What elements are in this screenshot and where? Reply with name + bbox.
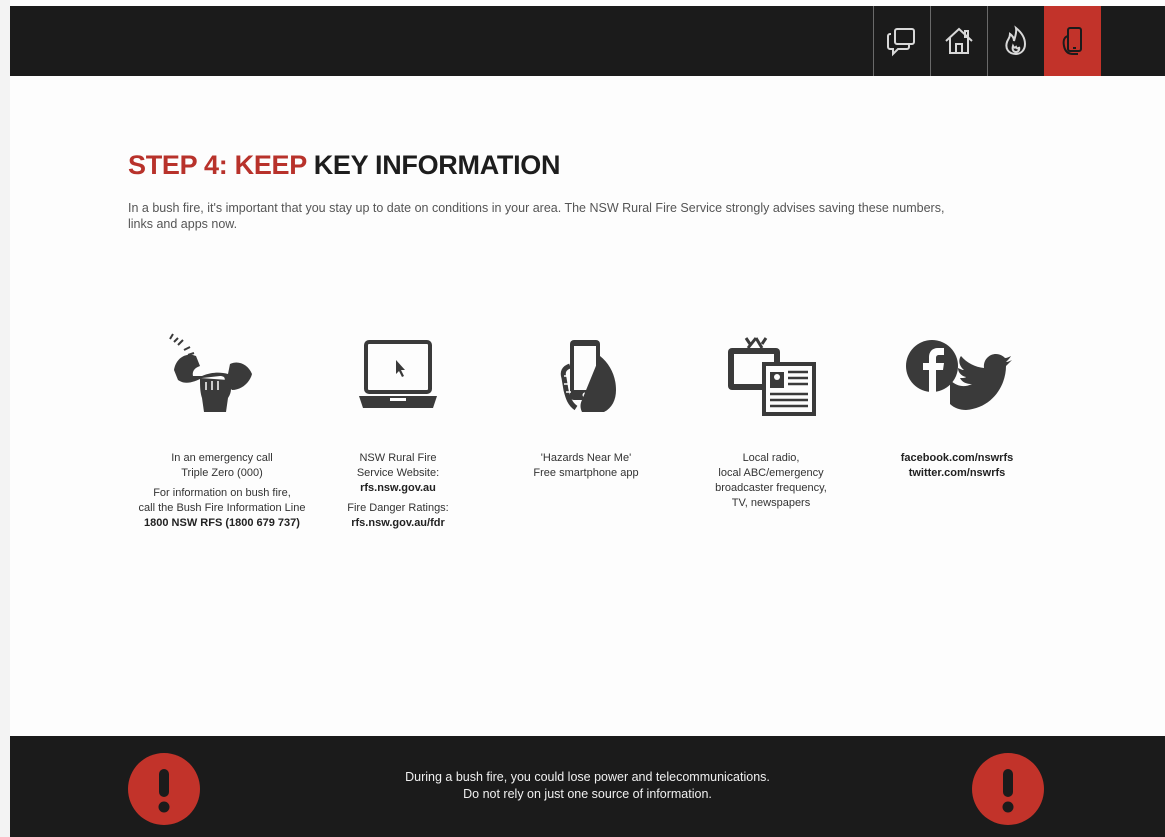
fire-icon [1005,25,1027,56]
fire-danger-ratings-link[interactable]: rfs.nsw.gov.au/fdr [293,516,503,531]
social-info: facebook.com/nswrfs twitter.com/nswrfs [852,451,1062,481]
laptop-icon [359,340,437,408]
facebook-twitter-icon [906,340,1012,410]
nav-buttons [873,6,1101,76]
media-line-1: Local radio, [742,452,800,464]
app-info: 'Hazards Near Me' Free smartphone app [481,451,691,481]
facebook-link[interactable]: facebook.com/nswrfs [852,451,1062,466]
tv-and-newspaper-icon [728,337,816,416]
website-line-2: Service Website: [356,467,440,479]
media-info: Local radio, local ABC/emergency broadca… [666,451,876,511]
media-line-4: TV, newspapers [731,497,811,509]
page-title: STEP 4: KEEP KEY INFORMATION [128,150,561,181]
media-line-2: local ABC/emergency [718,467,824,479]
nav-phone-button[interactable] [1044,6,1101,76]
twitter-link[interactable]: twitter.com/nswrfs [852,466,1062,481]
nav-fire-button[interactable] [987,6,1044,76]
alert-badge-right [972,753,1044,825]
warning-footer: During a bush fire, you could lose power… [10,736,1165,837]
page: STEP 4: KEEP KEY INFORMATION In a bush f… [10,0,1165,837]
media-line-3: broadcaster frequency, [715,482,827,494]
nav-home-button[interactable] [930,6,987,76]
ringing-phone-in-hand-icon [169,333,252,412]
home-icon [945,27,973,54]
title-highlight: STEP 4: KEEP [128,150,307,180]
smartphone-in-hand-icon [560,340,616,412]
exclamation-circle-icon [1002,769,1014,813]
website-info: NSW Rural Fire Service Website: rfs.nsw.… [293,451,503,531]
rfs-website-link[interactable]: rfs.nsw.gov.au [293,481,503,496]
nav-chat-button[interactable] [873,6,930,76]
top-navigation-bar [10,6,1165,76]
title-rest: KEY INFORMATION [313,150,561,180]
intro-paragraph: In a bush fire, it's important that you … [128,201,945,231]
app-line-2: Free smartphone app [533,467,639,479]
phone-in-hand-icon [1062,27,1082,55]
website-line-1: NSW Rural Fire [359,452,437,464]
chat-bubbles-icon [887,28,915,57]
app-line-1: 'Hazards Near Me' [540,452,632,464]
website-line-4: Fire Danger Ratings: [347,502,449,514]
